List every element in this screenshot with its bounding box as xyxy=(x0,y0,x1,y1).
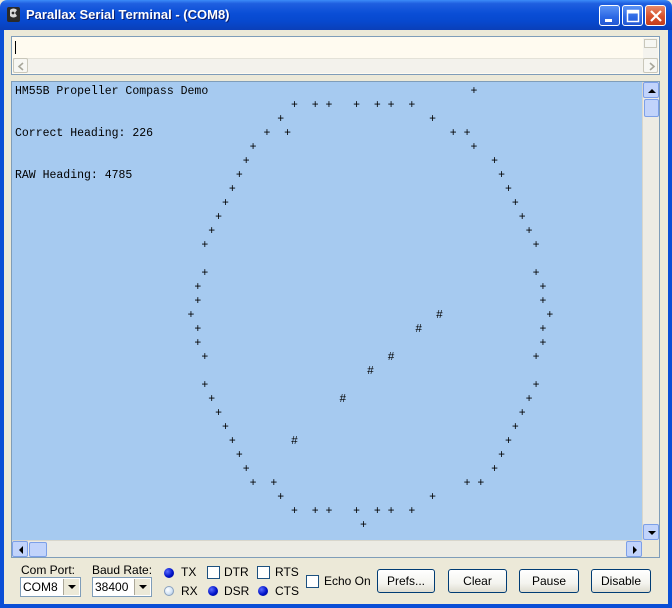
minimize-button[interactable] xyxy=(599,5,620,26)
scroll-up-button[interactable] xyxy=(644,39,657,48)
baud-rate-value: 38400 xyxy=(95,580,129,594)
scroll-left-button[interactable] xyxy=(12,541,28,557)
window-frame-right xyxy=(668,30,672,608)
dsr-indicator-icon xyxy=(208,586,218,596)
disable-button[interactable]: Disable xyxy=(591,569,651,593)
scroll-right-button[interactable] xyxy=(626,541,642,557)
receive-line: RAW Heading: 4785 + + xyxy=(15,169,505,182)
rts-label: RTS xyxy=(275,565,299,579)
receive-line: + + xyxy=(15,421,519,434)
com-port-label: Com Port: xyxy=(21,563,76,577)
window-title: Parallax Serial Terminal - (COM8) xyxy=(26,7,230,22)
tx-indicator-icon xyxy=(164,568,174,578)
receive-line: + + xyxy=(15,295,547,308)
scroll-right-button[interactable] xyxy=(643,58,658,73)
receive-line: HM55B Propeller Compass Demo + xyxy=(15,85,478,98)
receive-line: + # + xyxy=(15,323,547,336)
transmit-horizontal-scrollbar[interactable] xyxy=(13,58,658,73)
receive-line: + + xyxy=(15,141,478,154)
pause-button[interactable]: Pause xyxy=(519,569,579,593)
receive-line: + + xyxy=(15,491,436,504)
scrollbar-corner xyxy=(642,540,659,557)
receive-line: + + xyxy=(15,281,547,294)
receive-line: + + xyxy=(15,183,512,196)
receive-line: + + xyxy=(15,407,526,420)
horizontal-scroll-thumb[interactable] xyxy=(29,542,47,557)
receive-line: # xyxy=(15,365,374,378)
app-icon[interactable] xyxy=(5,6,22,23)
receive-line: + + xyxy=(15,379,540,392)
receive-line: + xyxy=(15,519,367,532)
receive-line: + # + xyxy=(15,309,554,322)
rx-label: RX xyxy=(181,584,198,598)
vertical-scroll-thumb[interactable] xyxy=(644,99,659,117)
receive-line: + # + xyxy=(15,393,533,406)
transmit-input[interactable] xyxy=(13,38,643,58)
receive-line: + + xyxy=(15,449,505,462)
receive-line: + + xyxy=(15,211,526,224)
receive-line: + + + + + + + xyxy=(15,99,416,112)
title-bar[interactable]: Parallax Serial Terminal - (COM8) xyxy=(0,0,672,30)
dtr-label: DTR xyxy=(224,565,249,579)
cts-indicator-icon xyxy=(258,586,268,596)
chevron-down-icon[interactable] xyxy=(63,579,79,595)
transmit-vertical-scrollbar[interactable] xyxy=(643,38,658,58)
receive-line: + # + xyxy=(15,435,512,448)
receive-panel[interactable]: HM55B Propeller Compass Demo + + + + + +… xyxy=(11,81,660,558)
close-button[interactable] xyxy=(645,5,666,26)
receive-line xyxy=(15,253,641,267)
window-frame-left xyxy=(0,30,4,608)
com-port-select[interactable]: COM8 xyxy=(20,577,81,597)
receive-line: + + xyxy=(15,239,540,252)
receive-line: + + xyxy=(15,113,436,126)
receive-vertical-scrollbar[interactable] xyxy=(642,82,659,540)
echo-on-checkbox[interactable] xyxy=(306,575,319,588)
receive-line: + # + xyxy=(15,351,540,364)
scroll-left-button[interactable] xyxy=(13,58,28,73)
receive-text[interactable]: HM55B Propeller Compass Demo + + + + + +… xyxy=(15,85,641,539)
scroll-down-button[interactable] xyxy=(643,524,659,540)
dsr-label: DSR xyxy=(224,584,250,598)
receive-line: + + xyxy=(15,267,540,280)
receive-line: + + + + xyxy=(15,477,485,490)
tx-label: TX xyxy=(181,565,197,579)
baud-rate-label: Baud Rate: xyxy=(92,563,153,577)
window-frame-bottom xyxy=(0,604,672,608)
text-caret xyxy=(15,41,16,54)
echo-on-label: Echo On xyxy=(324,574,371,588)
receive-line: + + + + + + + xyxy=(15,505,416,518)
receive-line: + + xyxy=(15,155,499,168)
chevron-down-icon[interactable] xyxy=(134,579,150,595)
prefs-button[interactable]: Prefs... xyxy=(377,569,435,593)
scroll-up-button[interactable] xyxy=(643,82,659,98)
receive-horizontal-scrollbar[interactable] xyxy=(12,540,642,557)
com-port-value: COM8 xyxy=(23,580,58,594)
maximize-button[interactable] xyxy=(622,5,643,26)
receive-line: + + xyxy=(15,225,533,238)
baud-rate-select[interactable]: 38400 xyxy=(92,577,152,597)
cts-label: CTS xyxy=(275,584,299,598)
rx-indicator-icon xyxy=(164,586,174,596)
receive-line: + + xyxy=(15,337,547,350)
rts-checkbox[interactable] xyxy=(257,566,270,579)
dtr-checkbox[interactable] xyxy=(207,566,220,579)
receive-line: + + xyxy=(15,197,519,210)
transmit-panel xyxy=(11,36,660,75)
receive-line: + + xyxy=(15,463,499,476)
clear-button[interactable]: Clear xyxy=(448,569,507,593)
receive-line: Correct Heading: 226 + + + + xyxy=(15,127,471,140)
